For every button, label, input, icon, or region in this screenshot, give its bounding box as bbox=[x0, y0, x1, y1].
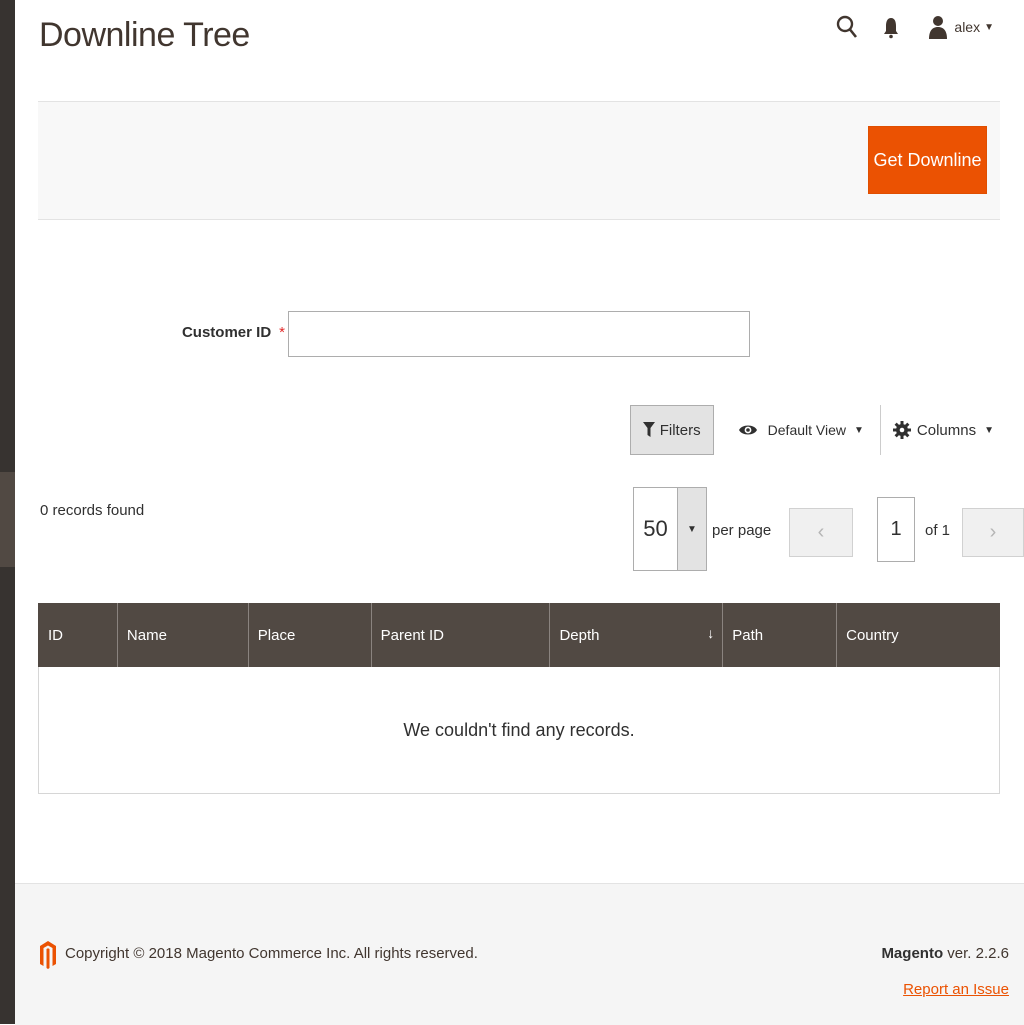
columns-dropdown[interactable]: Columns ▼ bbox=[892, 421, 994, 439]
column-header-name[interactable]: Name bbox=[116, 603, 249, 667]
page-actions-bar: Get Downline bbox=[38, 101, 1000, 220]
magento-logo-icon bbox=[39, 939, 57, 971]
page-footer: Copyright © 2018 Magento Commerce Inc. A… bbox=[15, 883, 1024, 1025]
empty-row: We couldn't find any records. bbox=[38, 667, 1000, 794]
sidebar-active-item[interactable] bbox=[0, 472, 15, 567]
chevron-down-icon: ▼ bbox=[854, 424, 864, 436]
chevron-down-icon[interactable]: ▼ bbox=[677, 488, 706, 570]
user-name: alex bbox=[954, 19, 981, 35]
search-icon[interactable] bbox=[836, 14, 858, 40]
header-actions: alex ▼ bbox=[814, 14, 994, 40]
divider bbox=[879, 405, 881, 455]
per-page-label: per page bbox=[712, 522, 772, 539]
column-header-depth[interactable]: Depth ↓ bbox=[549, 603, 723, 667]
column-header-path[interactable]: Path bbox=[722, 603, 837, 667]
chevron-down-icon: ▼ bbox=[984, 21, 994, 33]
empty-message: We couldn't find any records. bbox=[38, 667, 1000, 794]
sort-desc-icon: ↓ bbox=[707, 625, 715, 641]
previous-page-button[interactable]: ‹ bbox=[789, 508, 853, 557]
customer-id-label: Customer ID * bbox=[181, 324, 285, 341]
filters-button[interactable]: Filters bbox=[629, 405, 714, 455]
page-number-input[interactable]: 1 bbox=[877, 497, 915, 562]
grid-controls: Filters Default View ▼ Columns ▼ bbox=[629, 404, 994, 456]
copyright-text: Copyright © 2018 Magento Commerce Inc. A… bbox=[65, 945, 478, 962]
grid-header-row: ID Name Place Parent ID Depth ↓ Path Cou… bbox=[38, 603, 1000, 667]
user-icon bbox=[928, 14, 948, 40]
per-page-select[interactable]: 50 ▼ bbox=[633, 487, 707, 571]
column-header-place[interactable]: Place bbox=[247, 603, 372, 667]
version-info: Magento ver. 2.2.6 bbox=[881, 945, 1009, 962]
get-downline-button[interactable]: Get Downline bbox=[868, 126, 987, 194]
total-pages: of 1 bbox=[925, 522, 951, 539]
column-header-id[interactable]: ID bbox=[38, 603, 118, 667]
column-header-country[interactable]: Country bbox=[836, 603, 1000, 667]
records-count: 0 records found bbox=[40, 502, 145, 519]
customer-id-field: Customer ID * bbox=[38, 310, 758, 360]
required-star: * bbox=[279, 324, 285, 341]
funnel-icon bbox=[642, 422, 655, 438]
next-page-button[interactable]: › bbox=[962, 508, 1024, 557]
eye-icon bbox=[738, 423, 758, 437]
default-view-dropdown[interactable]: Default View ▼ bbox=[738, 422, 864, 438]
per-page-value: 50 bbox=[643, 516, 668, 541]
gear-icon bbox=[892, 421, 911, 439]
column-header-parent-id[interactable]: Parent ID bbox=[370, 603, 550, 667]
customer-id-input[interactable] bbox=[288, 311, 750, 357]
admin-sidebar bbox=[0, 0, 15, 1024]
bell-icon[interactable] bbox=[880, 14, 902, 40]
chevron-down-icon: ▼ bbox=[984, 424, 994, 436]
downline-grid: ID Name Place Parent ID Depth ↓ Path Cou… bbox=[38, 603, 1000, 794]
report-issue-link[interactable]: Report an Issue bbox=[903, 981, 1009, 998]
page-title: Downline Tree bbox=[39, 16, 250, 54]
user-menu[interactable]: alex ▼ bbox=[928, 14, 994, 40]
